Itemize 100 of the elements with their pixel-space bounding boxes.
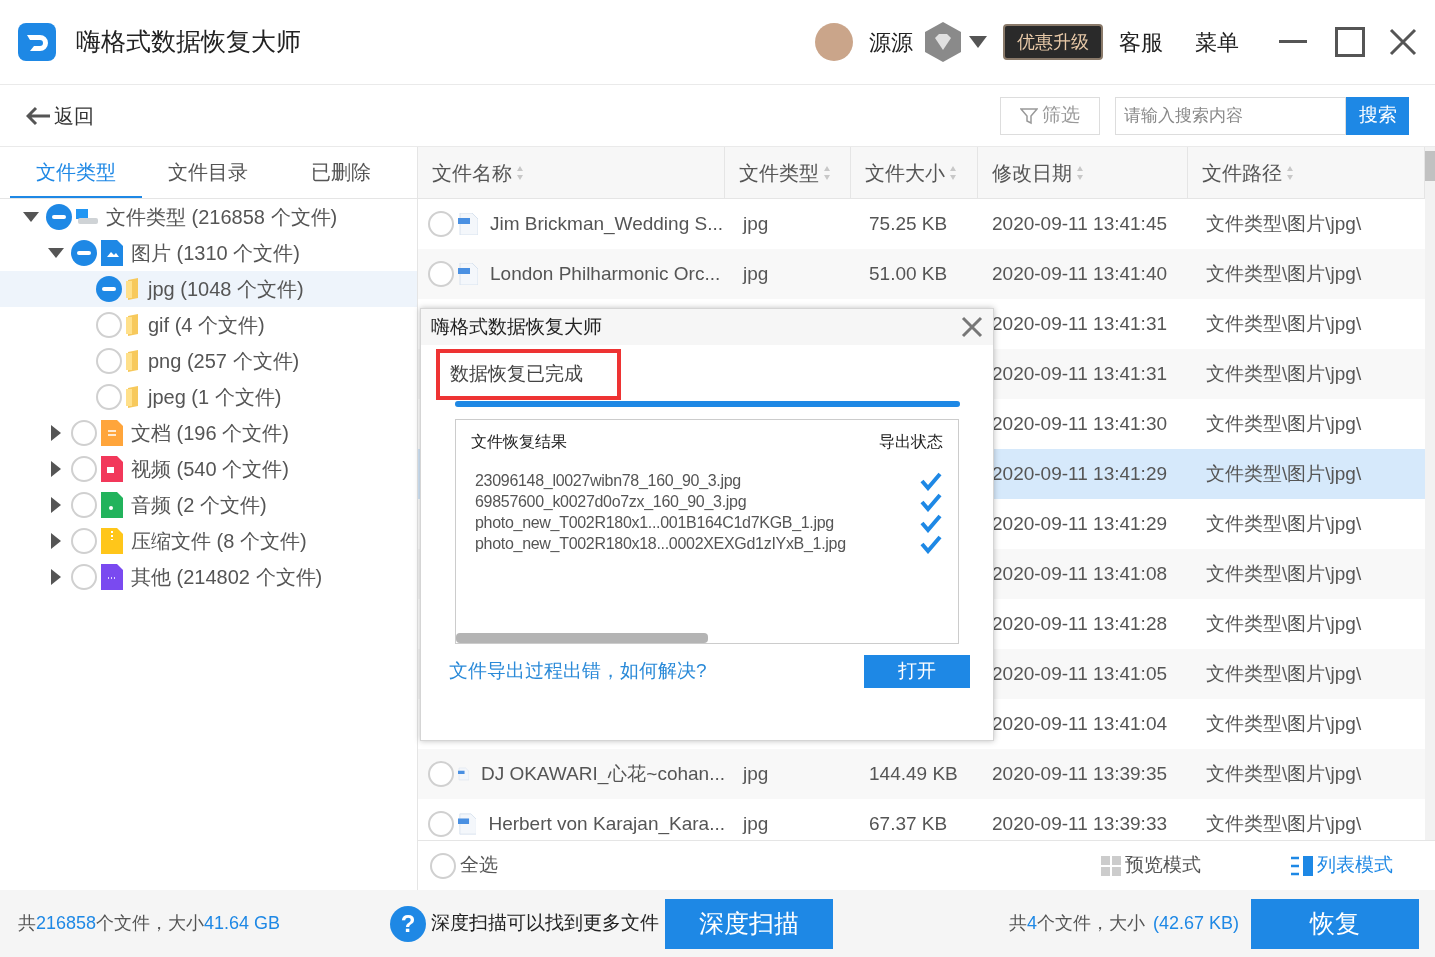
- select-all-label[interactable]: 全选: [460, 851, 498, 880]
- tree-label: gif (4 个文件): [148, 313, 265, 338]
- column-header[interactable]: 文件名称: [418, 147, 725, 198]
- date-cell: 2020-09-11 13:41:29: [992, 462, 1168, 484]
- column-header[interactable]: 文件类型: [725, 147, 851, 198]
- recover-button[interactable]: 恢复: [1251, 898, 1419, 949]
- sort-icon: [823, 164, 831, 181]
- selected-summary: 共4个文件，大小 (42.67 KB): [1008, 912, 1239, 935]
- deep-scan-hint: 深度扫描可以找到更多文件: [431, 911, 660, 936]
- file-size-cell: 75.25 KB: [869, 212, 948, 234]
- help-link[interactable]: 文件导出过程出错，如何解决?: [449, 657, 707, 686]
- file-size-cell: 51.00 KB: [869, 262, 948, 284]
- tree-item[interactable]: png (257 个文件): [0, 343, 417, 379]
- checkbox[interactable]: [71, 492, 97, 518]
- partial-checkbox[interactable]: [71, 240, 97, 266]
- scrollbar[interactable]: [1425, 147, 1435, 840]
- category-tab[interactable]: 文件目录: [142, 147, 275, 198]
- file-name-cell-text: Jim Brickman_Wedding S...: [490, 211, 723, 237]
- upgrade-button[interactable]: 优惠升级: [1003, 24, 1103, 60]
- user-name: 源源: [869, 28, 913, 57]
- view-mode-button[interactable]: 列表模式: [1291, 851, 1393, 880]
- tree-label: 其他 (214802 个文件): [131, 565, 323, 590]
- tree-item[interactable]: 文件类型 (216858 个文件): [0, 199, 417, 235]
- column-header[interactable]: 文件大小: [851, 147, 978, 198]
- image-file-icon: [458, 263, 478, 285]
- service-button[interactable]: 客服: [1119, 25, 1163, 59]
- tree-item[interactable]: 文档 (196 个文件): [0, 415, 417, 451]
- grid-icon: [1101, 855, 1121, 876]
- date-cell: 2020-09-11 13:39:35: [992, 762, 1168, 784]
- minimize-icon[interactable]: [1279, 40, 1307, 44]
- folder-icon: [126, 314, 140, 336]
- file-name-cell-text: DJ OKAWARI_心花~cohan...: [480, 761, 725, 787]
- date-cell: 2020-09-11 13:41:31: [992, 362, 1168, 384]
- image-file-icon: [458, 213, 478, 235]
- maximize-icon[interactable]: [1335, 27, 1365, 57]
- tree-label: 图片 (1310 个文件): [131, 241, 300, 266]
- tree-item[interactable]: jpeg (1 个文件): [0, 379, 417, 415]
- checkbox[interactable]: [428, 761, 454, 787]
- checkbox[interactable]: [428, 261, 454, 287]
- deep-scan-button[interactable]: 深度扫描: [665, 898, 834, 949]
- file-type-cell: jpg: [743, 812, 769, 834]
- back-button[interactable]: 返回: [26, 100, 94, 131]
- help-button[interactable]: ?: [390, 905, 427, 942]
- table-row[interactable]: London Philharmonic Orc... jpg 51.00 KB 2020-09-11 13:41:40 文件类型\图片\jpg\: [418, 249, 1425, 299]
- open-button[interactable]: 打开: [864, 655, 970, 688]
- status-text: 数据恢复已完成: [436, 349, 621, 400]
- category-tab[interactable]: 已删除: [274, 147, 407, 198]
- image-file-icon: [458, 813, 477, 835]
- checkbox[interactable]: [430, 852, 456, 879]
- checkbox[interactable]: [71, 528, 97, 554]
- tree-label: 音频 (2 个文件): [131, 493, 267, 518]
- dropdown-caret-icon[interactable]: [969, 36, 987, 48]
- view-mode-button[interactable]: 预览模式: [1101, 851, 1201, 880]
- category-tab[interactable]: 文件类型: [10, 147, 143, 198]
- tree-item[interactable]: 压缩文件 (8 个文件): [0, 523, 417, 559]
- close-icon[interactable]: [1389, 28, 1417, 56]
- checkbox[interactable]: [428, 811, 454, 837]
- horizontal-scrollbar[interactable]: [456, 633, 708, 643]
- export-status-header: 导出状态: [879, 432, 943, 452]
- path-cell: 文件类型\图片\jpg\: [1206, 412, 1362, 434]
- column-header[interactable]: 修改日期: [978, 147, 1188, 198]
- checkbox[interactable]: [96, 348, 122, 374]
- tree-item[interactable]: 其他 (214802 个文件): [0, 559, 417, 595]
- file-type-cell: jpg: [743, 212, 769, 234]
- tree-item[interactable]: 视频 (540 个文件): [0, 451, 417, 487]
- file-name-cell-text: Herbert von Karajan_Kara...: [488, 811, 725, 837]
- audio-file-icon: [101, 492, 123, 518]
- table-row[interactable]: DJ OKAWARI_心花~cohan... jpg 144.49 KB 2020-09-11 13:39:35 文件类型\图片\jpg\: [418, 749, 1425, 799]
- tree-item[interactable]: gif (4 个文件): [0, 307, 417, 343]
- close-icon[interactable]: [961, 316, 983, 338]
- partial-checkbox[interactable]: [46, 204, 72, 230]
- sort-icon: [1076, 164, 1084, 181]
- file-size-cell: 67.37 KB: [869, 812, 948, 834]
- tree-item[interactable]: 音频 (2 个文件): [0, 487, 417, 523]
- tree-item[interactable]: jpg (1048 个文件): [0, 271, 417, 307]
- checkbox[interactable]: [428, 211, 454, 237]
- tree-item[interactable]: 图片 (1310 个文件): [0, 235, 417, 271]
- date-cell: 2020-09-11 13:41:04: [992, 712, 1168, 734]
- checkbox[interactable]: [96, 312, 122, 338]
- checkbox[interactable]: [96, 384, 122, 410]
- tree-label: jpeg (1 个文件): [148, 385, 282, 410]
- app-title: 嗨格式数据恢复大师: [76, 26, 301, 58]
- other-file-icon: [101, 564, 123, 590]
- document-file-icon: [101, 420, 123, 446]
- video-file-icon: [101, 456, 123, 482]
- checkbox[interactable]: [71, 564, 97, 590]
- folder-icon: [126, 350, 140, 372]
- checkbox[interactable]: [71, 456, 97, 482]
- tree-label: 视频 (540 个文件): [131, 457, 289, 482]
- date-cell: 2020-09-11 13:41:40: [992, 262, 1168, 284]
- file-size-cell: 144.49 KB: [869, 762, 958, 784]
- avatar[interactable]: [815, 23, 853, 61]
- tree-label: 文件类型 (216858 个文件): [106, 205, 338, 230]
- result-header: 文件恢复结果: [471, 432, 567, 452]
- checkbox[interactable]: [71, 420, 97, 446]
- menu-button[interactable]: 菜单: [1195, 25, 1239, 59]
- partial-checkbox[interactable]: [96, 276, 122, 302]
- path-cell: 文件类型\图片\jpg\: [1206, 262, 1362, 284]
- search-button[interactable]: 搜索: [1346, 96, 1409, 135]
- search-field[interactable]: 请输入搜索内容: [1115, 96, 1346, 135]
